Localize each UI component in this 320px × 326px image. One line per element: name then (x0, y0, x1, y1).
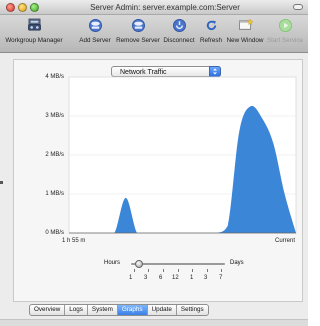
slider-tick-label: 1 (190, 275, 194, 281)
start-service-label: Start Service (266, 37, 304, 44)
disconnect-label: Disconnect (163, 37, 195, 44)
slider-tick-label: 3 (144, 275, 148, 281)
slider-tick-label: 1 (129, 275, 133, 281)
tab-settings[interactable]: Settings (177, 305, 208, 315)
close-button[interactable] (6, 3, 15, 12)
slider-ticks (134, 269, 222, 272)
toolbar: Workgroup Manager Add Server Remove Serv… (0, 15, 308, 53)
tab-update[interactable]: Update (148, 305, 177, 315)
x-start-label: 1 h 55 m (62, 238, 86, 244)
network-traffic-chart (68, 76, 297, 234)
disconnect-button[interactable]: Disconnect (160, 18, 198, 51)
server-tab-bar: Overview Logs System Graphs Update Setti… (29, 304, 209, 316)
server-admin-window: Server Admin: server.example.com:Server … (0, 0, 308, 326)
split-view-handle[interactable] (0, 181, 3, 184)
toolbar-toggle-button[interactable] (293, 4, 303, 10)
x-end-label: Current (275, 238, 296, 244)
tab-overview[interactable]: Overview (30, 305, 66, 315)
refresh-icon (206, 20, 216, 31)
start-service-button[interactable]: Start Service (264, 18, 306, 51)
zoom-button[interactable] (30, 3, 39, 12)
tab-system[interactable]: System (88, 305, 118, 315)
workgroup-manager-icon (27, 18, 41, 31)
workgroup-manager-label: Workgroup Manager (5, 37, 63, 44)
start-service-icon (278, 19, 292, 32)
slider-tick-label: 6 (159, 275, 163, 281)
title-bar: Server Admin: server.example.com:Server (0, 0, 308, 15)
slider-tick-label: 12 (172, 275, 179, 281)
main-content: Network Traffic 4 MB/s 3 MB/s 2 MB/s 1 M… (0, 53, 308, 326)
minimize-button[interactable] (18, 3, 27, 12)
window-title: Server Admin: server.example.com:Server (90, 3, 240, 12)
remove-server-button[interactable]: Remove Server (114, 18, 162, 51)
time-range-slider[interactable]: Hours Days (104, 260, 254, 272)
new-window-label: New Window (226, 37, 264, 44)
workgroup-manager-button[interactable]: Workgroup Manager (4, 18, 64, 51)
new-window-icon (238, 18, 253, 30)
remove-server-label: Remove Server (116, 37, 160, 44)
slider-tick-label: 7 (219, 275, 223, 281)
slider-max-label: Days (230, 260, 244, 266)
add-server-button[interactable]: Add Server (77, 18, 113, 51)
tab-logs[interactable]: Logs (65, 305, 88, 315)
slider-min-label: Hours (104, 260, 121, 266)
new-window-button[interactable]: New Window (224, 18, 266, 51)
slider-knob[interactable] (135, 260, 143, 268)
slider-track[interactable] (131, 263, 225, 265)
slider-tick-labels: 1 3 6 12 1 3 7 (124, 275, 234, 283)
tab-graphs[interactable]: Graphs (117, 305, 148, 315)
refresh-label: Refresh (199, 37, 223, 44)
refresh-button[interactable]: Refresh (197, 18, 225, 51)
graph-panel: Network Traffic 4 MB/s 3 MB/s 2 MB/s 1 M… (13, 59, 303, 302)
slider-tick-label: 3 (204, 275, 208, 281)
remove-server-icon (131, 19, 145, 32)
disconnect-icon (172, 19, 186, 32)
add-server-label: Add Server (79, 37, 111, 44)
add-server-icon (88, 19, 102, 32)
status-bar (0, 319, 308, 326)
